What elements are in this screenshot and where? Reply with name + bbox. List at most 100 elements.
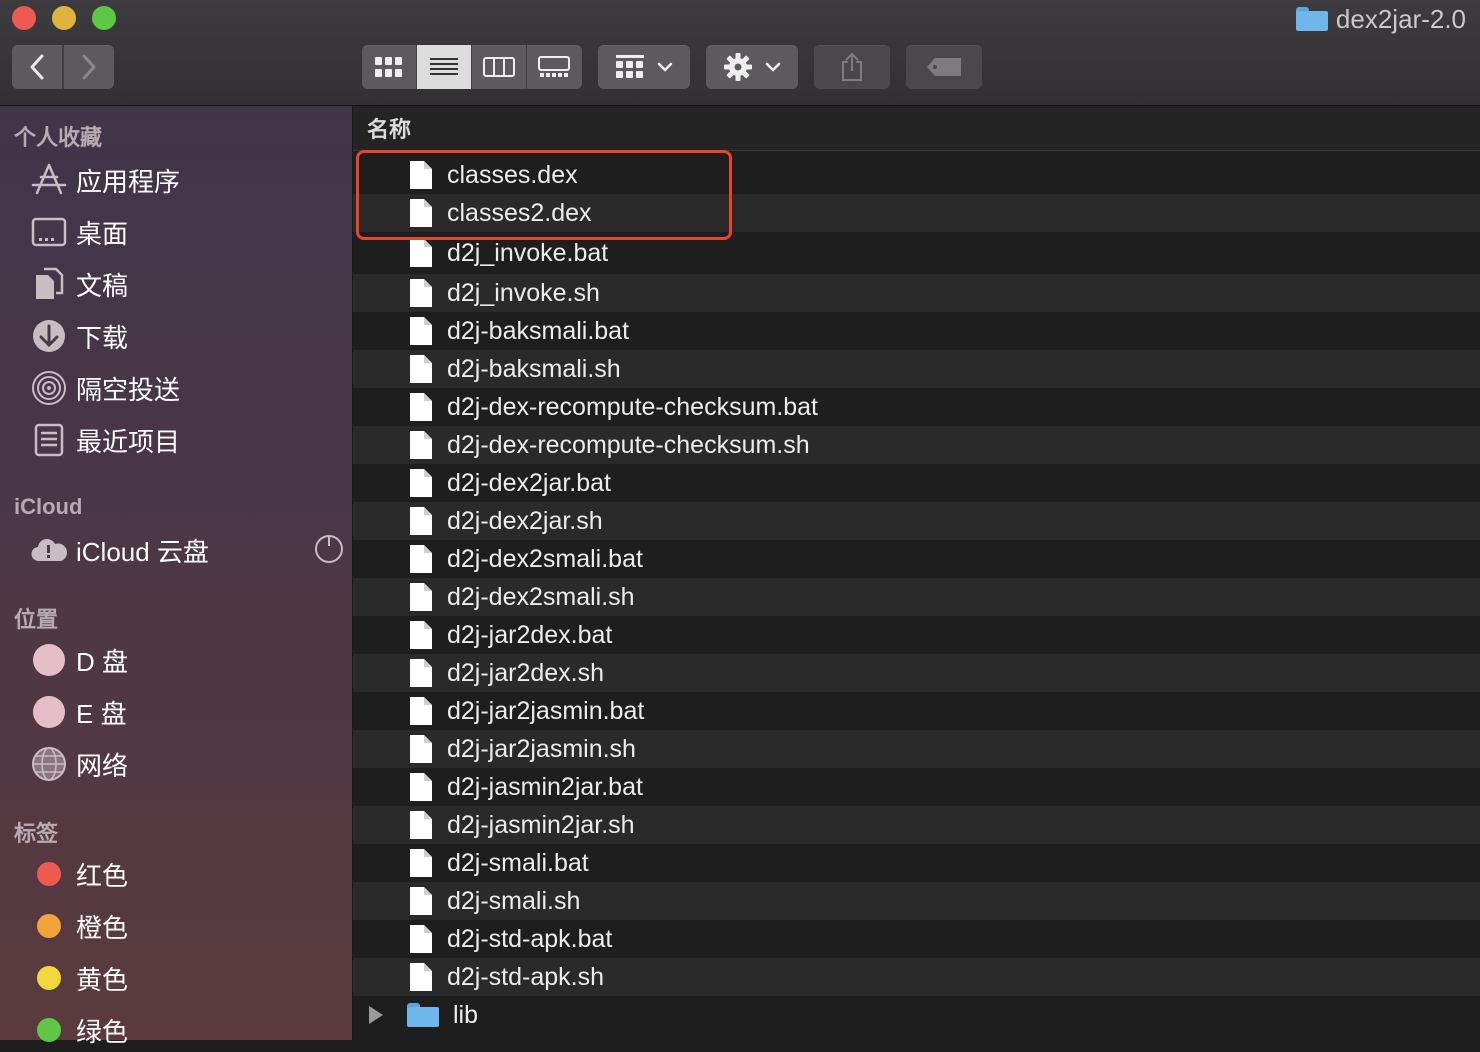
file-row[interactable]: d2j-smali.bat — [353, 844, 1480, 882]
section-heading-favorites: 个人收藏 — [14, 125, 103, 150]
file-row[interactable]: d2j-dex2jar.sh — [353, 502, 1480, 540]
column-header-name[interactable]: 名称 — [353, 106, 1480, 151]
gallery-view-button[interactable] — [527, 45, 581, 89]
sidebar-item-disk-e[interactable]: E 盘 — [30, 690, 127, 734]
file-row[interactable]: d2j-dex2smali.bat — [353, 540, 1480, 578]
file-name: d2j-smali.sh — [447, 886, 581, 915]
gallery-icon — [538, 56, 570, 77]
documents-icon — [30, 265, 68, 303]
file-row[interactable]: classes.dex — [353, 156, 1480, 194]
sidebar-item-label: 绿色 — [76, 1016, 129, 1047]
window-title-label: dex2jar-2.0 — [1335, 3, 1466, 34]
file-row[interactable]: d2j_invoke.sh — [353, 274, 1480, 312]
sidebar-item-network[interactable]: 网络 — [30, 742, 128, 786]
document-file-icon — [410, 659, 432, 687]
file-row[interactable]: d2j-dex-recompute-checksum.bat — [353, 388, 1480, 426]
file-row[interactable]: d2j-std-apk.bat — [353, 920, 1480, 958]
folder-name: lib — [453, 1000, 479, 1029]
share-icon — [842, 52, 862, 81]
columns-icon — [483, 57, 515, 77]
back-button[interactable] — [12, 45, 62, 89]
file-row[interactable]: d2j-jar2dex.sh — [353, 654, 1480, 692]
document-file-icon — [410, 887, 432, 915]
group-by-button[interactable] — [598, 45, 690, 89]
gear-icon — [724, 53, 752, 81]
document-file-icon — [410, 355, 432, 383]
icon-view-button[interactable] — [362, 45, 417, 89]
sidebar-item-desktop[interactable]: 桌面 — [30, 210, 128, 254]
forward-button[interactable] — [64, 45, 114, 89]
document-file-icon — [410, 393, 432, 421]
close-window-button[interactable] — [12, 6, 36, 30]
file-name: d2j-dex2smali.sh — [447, 582, 635, 611]
file-row[interactable]: d2j-jar2jasmin.bat — [353, 692, 1480, 730]
file-name: d2j-baksmali.bat — [447, 316, 630, 345]
file-row[interactable]: d2j-jasmin2jar.sh — [353, 806, 1480, 844]
document-file-icon — [410, 431, 432, 459]
document-file-icon — [410, 849, 432, 877]
file-row[interactable]: d2j-std-apk.sh — [353, 958, 1480, 996]
document-file-icon — [410, 735, 432, 763]
chevron-right-icon — [82, 54, 96, 80]
file-row[interactable]: d2j-jasmin2jar.bat — [353, 768, 1480, 806]
yellow-tag-dot-icon — [37, 966, 61, 990]
document-file-icon — [410, 811, 432, 839]
list-view-button[interactable] — [417, 45, 472, 89]
file-row[interactable]: classes2.dex — [353, 194, 1480, 232]
disclosure-triangle-icon[interactable] — [369, 1006, 383, 1024]
file-name: d2j-dex2jar.sh — [447, 506, 603, 535]
file-row[interactable]: d2j_invoke.bat — [353, 234, 1480, 272]
sidebar-item-label: 黄色 — [76, 964, 129, 995]
minimize-window-button[interactable] — [52, 6, 76, 30]
applications-icon — [30, 161, 68, 199]
document-file-icon — [410, 279, 432, 307]
list-icon — [430, 58, 458, 75]
document-file-icon — [410, 621, 432, 649]
file-row[interactable]: d2j-jar2dex.bat — [353, 616, 1480, 654]
sidebar-item-icloud-drive[interactable]: iCloud 云盘 — [30, 528, 209, 572]
chevron-left-icon — [30, 54, 44, 80]
downloads-icon — [30, 317, 68, 355]
sidebar-item-disk-d[interactable]: D 盘 — [30, 638, 128, 682]
chevron-down-icon — [657, 62, 673, 72]
airdrop-icon — [30, 369, 68, 407]
tag-icon — [927, 58, 961, 76]
sidebar-item-airdrop[interactable]: 隔空投送 — [30, 366, 180, 410]
share-button[interactable] — [814, 45, 890, 89]
column-view-button[interactable] — [472, 45, 527, 89]
zoom-window-button[interactable] — [92, 6, 116, 30]
file-row[interactable]: d2j-baksmali.sh — [353, 350, 1480, 388]
file-row[interactable]: d2j-jar2jasmin.sh — [353, 730, 1480, 768]
file-name: d2j-jar2jasmin.sh — [447, 734, 636, 763]
document-file-icon — [410, 239, 432, 267]
sidebar-item-tag-green[interactable]: 绿色 — [30, 1008, 128, 1052]
sidebar-item-downloads[interactable]: 下载 — [30, 314, 128, 358]
red-tag-dot-icon — [37, 862, 61, 886]
file-name: d2j-jar2dex.sh — [447, 658, 605, 687]
section-heading-icloud: iCloud — [14, 494, 83, 519]
file-name: classes.dex — [447, 160, 578, 189]
sidebar-item-applications[interactable]: 应用程序 — [30, 158, 180, 202]
sidebar-item-tag-yellow[interactable]: 黄色 — [30, 956, 128, 1000]
sidebar-item-label: 下载 — [76, 322, 129, 353]
window-title: dex2jar-2.0 — [1295, 2, 1466, 36]
sidebar-item-tag-orange[interactable]: 橙色 — [30, 904, 128, 948]
sidebar-item-recents[interactable]: 最近项目 — [30, 418, 180, 462]
file-name: d2j-jar2dex.bat — [447, 620, 613, 649]
file-row[interactable]: d2j-dex-recompute-checksum.sh — [353, 426, 1480, 464]
file-row[interactable]: d2j-dex2smali.sh — [353, 578, 1480, 616]
file-row[interactable]: d2j-baksmali.bat — [353, 312, 1480, 350]
file-name: d2j-dex-recompute-checksum.bat — [447, 392, 818, 421]
sidebar-item-documents[interactable]: 文稿 — [30, 262, 128, 306]
edit-tags-button[interactable] — [906, 45, 982, 89]
sidebar-item-tag-red[interactable]: 红色 — [30, 852, 128, 896]
sidebar-item-label: 文稿 — [76, 270, 129, 301]
document-file-icon — [410, 583, 432, 611]
view-mode-segmented-control — [362, 45, 582, 89]
action-menu-button[interactable] — [706, 45, 798, 89]
file-row[interactable]: d2j-dex2jar.bat — [353, 464, 1480, 502]
document-file-icon — [410, 963, 432, 991]
folder-row[interactable]: lib — [353, 996, 1480, 1034]
file-row[interactable]: d2j-smali.sh — [353, 882, 1480, 920]
file-name: d2j-dex2smali.bat — [447, 544, 643, 573]
